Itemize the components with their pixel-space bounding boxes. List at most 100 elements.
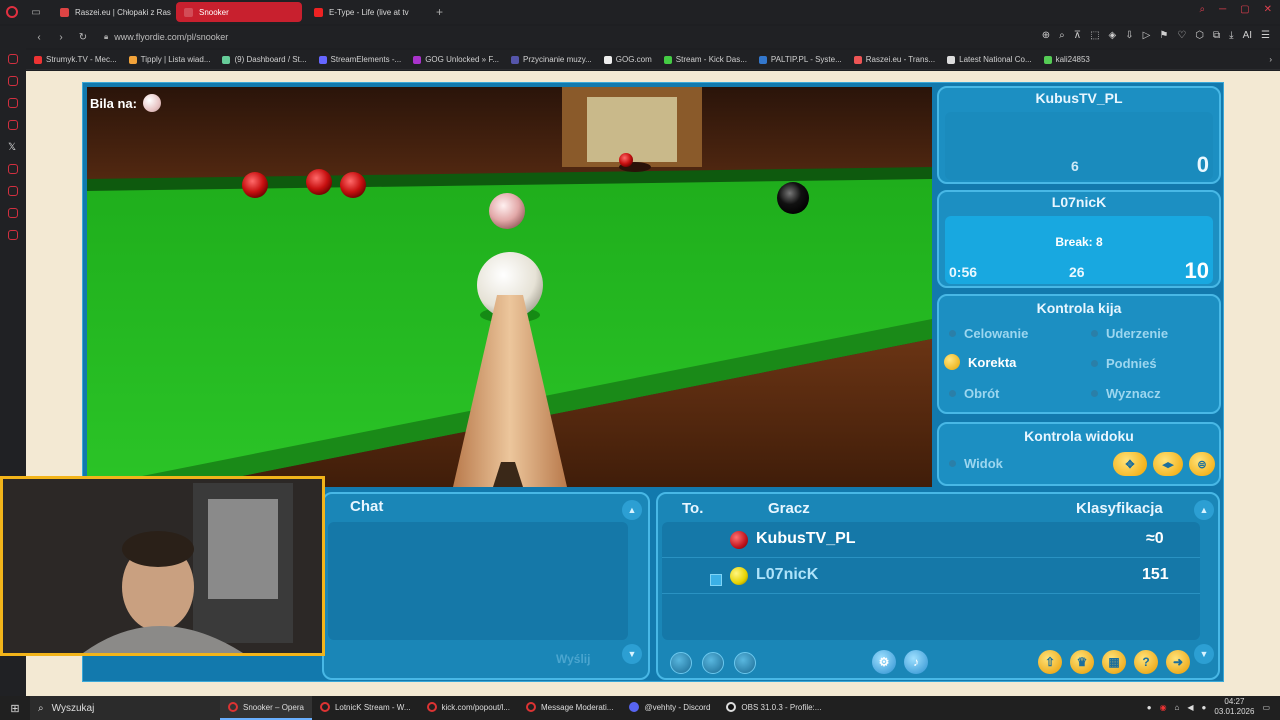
player-rank: 151: [1142, 566, 1169, 583]
x-twitter-icon[interactable]: 𝕏: [8, 142, 18, 153]
tray-opera-icon[interactable]: ◉: [1160, 703, 1167, 712]
stats-icon[interactable]: [670, 652, 692, 674]
bookmark-item[interactable]: Raszei.eu - Trans...: [853, 55, 935, 64]
bookmark-item[interactable]: PALTIP.PL - Syste...: [758, 55, 842, 64]
pinboard-icon[interactable]: [8, 164, 18, 174]
taskbar-app-opera-stream[interactable]: LotnicK Stream - W...: [312, 696, 419, 720]
forward-icon[interactable]: ›: [52, 32, 70, 43]
players-expand-icon[interactable]: ▲: [1194, 500, 1214, 520]
back-icon[interactable]: ‹: [30, 32, 48, 43]
bookmark-item[interactable]: GOG.com: [603, 55, 652, 64]
maximize-icon[interactable]: ▢: [1240, 4, 1249, 15]
opera-logo-icon[interactable]: [0, 0, 24, 24]
bookmark-icon[interactable]: ⚑: [1159, 30, 1168, 41]
cue-option-correction[interactable]: Korekta: [944, 354, 1016, 370]
taskbar-search[interactable]: ⌕ Wyszukaj: [30, 696, 220, 720]
reload-icon[interactable]: ↻: [74, 32, 92, 43]
extensions-sidebar-icon[interactable]: [8, 208, 18, 218]
taskbar-app-discord[interactable]: @vehhty - Discord: [621, 696, 718, 720]
cue-option-aim[interactable]: Celowanie: [949, 326, 1028, 341]
view-option[interactable]: Widok: [949, 456, 1003, 471]
taskbar-app-moderation[interactable]: Message Moderati...: [518, 696, 621, 720]
bookmark-item[interactable]: kali24853: [1043, 55, 1090, 64]
tray-volume-icon[interactable]: ◀: [1187, 703, 1193, 712]
url-field[interactable]: 🔒︎ www.flyordie.com/pl/snooker: [104, 32, 228, 42]
cue-option-rotate[interactable]: Obrót: [949, 386, 999, 401]
taskbar-app-opera-snooker[interactable]: Snooker – Opera: [220, 696, 312, 720]
bookmark-item[interactable]: Strumyk.TV - Mec...: [34, 55, 117, 64]
tab-snooker[interactable]: Snooker: [176, 2, 302, 22]
extensions-icon[interactable]: ⬡: [1195, 30, 1204, 41]
help-icon[interactable]: ?: [1134, 650, 1158, 674]
whatsapp-icon[interactable]: [8, 98, 18, 108]
settings-icon[interactable]: [8, 230, 18, 240]
sound-icon[interactable]: ♪: [904, 650, 928, 674]
aria-ai-button[interactable]: AI: [1243, 30, 1252, 41]
player1-score-box: 6 0: [945, 112, 1213, 180]
search-icon[interactable]: ⌕: [1059, 30, 1065, 41]
notification-icon[interactable]: ▭: [1262, 703, 1270, 712]
radio-dot-icon: [1091, 360, 1098, 367]
menu-icon[interactable]: ☰: [1261, 30, 1270, 41]
chat-messages[interactable]: [328, 522, 628, 640]
settings-gear-icon[interactable]: ⚙: [872, 650, 896, 674]
start-icon[interactable]: ⊞: [0, 702, 30, 715]
tab-etype[interactable]: E-Type - Life (live at tv: [306, 2, 430, 22]
minimize-icon[interactable]: ─: [1219, 4, 1226, 15]
cue-option-define[interactable]: Wyznacz: [1091, 386, 1161, 401]
table-row[interactable]: L07nicK 151: [662, 558, 1200, 594]
player-ball-icon: [730, 531, 748, 549]
bookmarks-more-icon[interactable]: ›: [1269, 55, 1272, 64]
cue-option-raise[interactable]: Podnieś: [1091, 356, 1157, 371]
bookmark-item[interactable]: GOG Unlocked » F...: [413, 55, 499, 64]
red-ball: [340, 172, 366, 198]
tab-raszei[interactable]: Raszei.eu | Chłopaki z Ras: [52, 2, 172, 22]
messenger-icon[interactable]: [8, 54, 18, 64]
tray-mic-icon[interactable]: ●: [1202, 703, 1207, 712]
rank-up-icon[interactable]: ⇧: [1038, 650, 1062, 674]
chat-scroll-down-icon[interactable]: ▼: [622, 644, 642, 664]
tables-icon[interactable]: ▦: [1102, 650, 1126, 674]
view-pan-icon[interactable]: ◂▸: [1153, 452, 1183, 476]
tray-network-icon[interactable]: ⌂: [1175, 703, 1180, 712]
close-icon[interactable]: ✕: [1264, 4, 1272, 15]
chat-send-button[interactable]: Wyślij: [556, 652, 590, 666]
heart-icon[interactable]: ♡: [1177, 30, 1186, 41]
search-tabs-icon[interactable]: ⌕: [1199, 4, 1205, 15]
cue-option-strike[interactable]: Uderzenie: [1091, 326, 1168, 341]
bookmark-item[interactable]: (9) Dashboard / St...: [222, 55, 307, 64]
zoom-icon[interactable]: ⊕: [1042, 30, 1050, 41]
bookmark-item[interactable]: StreamElements -...: [318, 55, 401, 64]
snapshot-icon[interactable]: ⬚: [1090, 30, 1099, 41]
taskbar-app-kick[interactable]: kick.com/popout/l...: [419, 696, 518, 720]
profile-icon[interactable]: [702, 652, 724, 674]
instagram-icon[interactable]: [8, 76, 18, 86]
table-row[interactable]: KubusTV_PL ≈0: [662, 522, 1200, 558]
player-icon[interactable]: [8, 120, 18, 130]
tray-app-icon[interactable]: ●: [1147, 703, 1152, 712]
chat-expand-icon[interactable]: ▲: [622, 500, 642, 520]
new-tab-button[interactable]: +: [436, 5, 443, 19]
view-move-icon[interactable]: ✥: [1113, 452, 1147, 476]
download-icon[interactable]: ⇩: [1125, 30, 1133, 41]
bookmark-item[interactable]: Latest National Co...: [947, 55, 1032, 64]
clock[interactable]: 04:27 03.01.2026: [1214, 697, 1254, 717]
trophy-icon[interactable]: ♛: [1070, 650, 1094, 674]
webcam-feed: [3, 479, 322, 653]
taskbar-app-obs[interactable]: OBS 31.0.3 - Profile:...: [718, 696, 829, 720]
play-icon[interactable]: ▷: [1143, 30, 1151, 41]
bookmark-item[interactable]: Tipply | Lista wiad...: [128, 55, 210, 64]
shield-icon[interactable]: ◈: [1109, 30, 1117, 41]
tab-list-icon[interactable]: ▭: [24, 2, 48, 22]
pin-icon[interactable]: ⊼: [1074, 30, 1081, 41]
history-icon[interactable]: [8, 186, 18, 196]
bookmark-item[interactable]: Przycinanie muzy...: [511, 55, 592, 64]
exit-icon[interactable]: ➜: [1166, 650, 1190, 674]
bookmark-item[interactable]: Stream - Kick Das...: [663, 55, 747, 64]
players-scroll-down-icon[interactable]: ▼: [1194, 644, 1214, 664]
wallet-icon[interactable]: ⧉: [1213, 30, 1220, 41]
downloads-icon[interactable]: ⤓: [1229, 30, 1233, 41]
snooker-table-view[interactable]: [87, 87, 932, 487]
invite-icon[interactable]: [734, 652, 756, 674]
view-top-icon[interactable]: ⊜: [1189, 452, 1215, 476]
